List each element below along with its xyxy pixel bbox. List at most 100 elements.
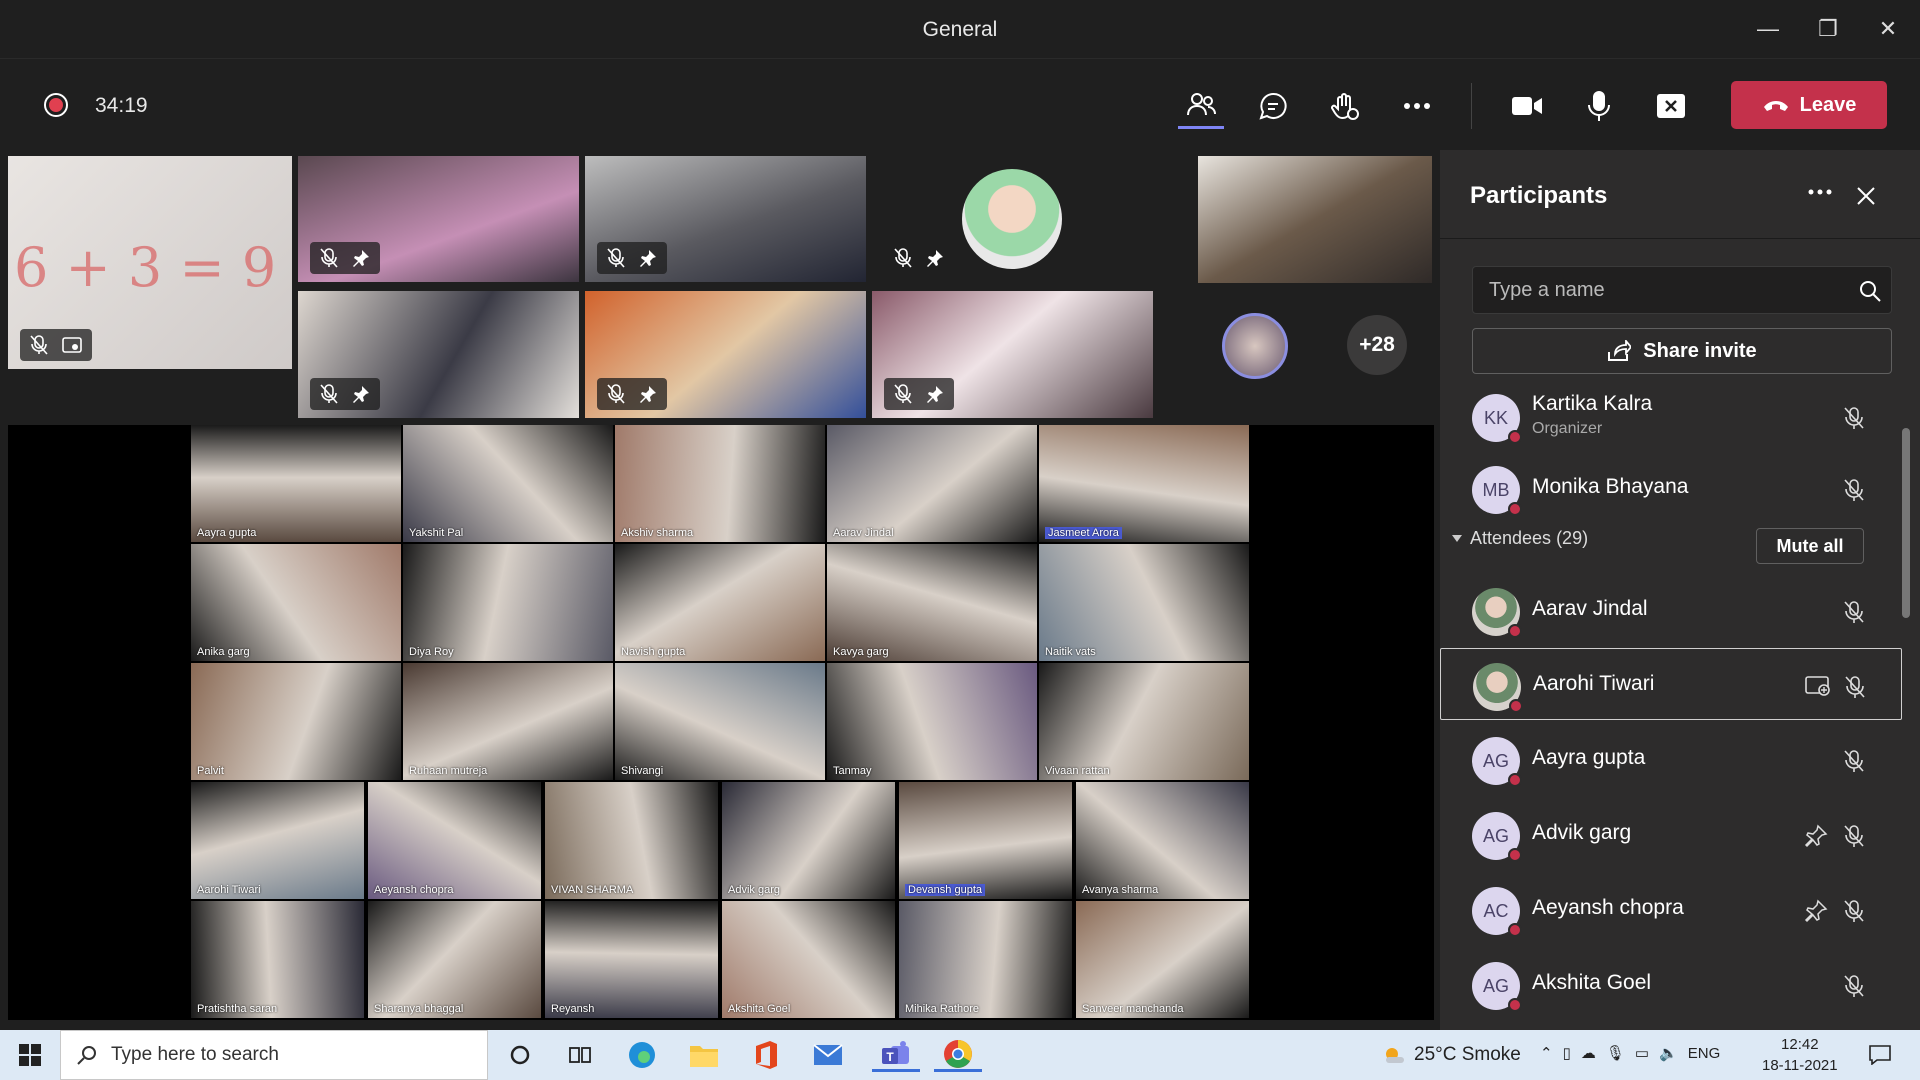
mic-off-icon[interactable] xyxy=(1842,600,1866,629)
search-icon[interactable] xyxy=(1859,280,1881,302)
presence-busy-icon xyxy=(1508,502,1522,516)
mic-off-icon[interactable] xyxy=(320,384,338,404)
mic-off-icon[interactable] xyxy=(1842,974,1866,1003)
start-button[interactable] xyxy=(12,1038,48,1072)
video-tile[interactable] xyxy=(872,291,1153,418)
shared-video-cell: Palvit xyxy=(191,663,401,780)
office-app[interactable] xyxy=(748,1038,784,1072)
shared-video-cell: Ruhaan mutreja xyxy=(403,663,613,780)
participant-row[interactable]: Aarohi Tiwari xyxy=(1440,648,1902,720)
participant-row[interactable]: AG Akshita Goel xyxy=(1440,948,1902,1020)
mic-off-icon[interactable] xyxy=(1842,824,1866,853)
taskbar-search-text: Type here to search xyxy=(111,1044,279,1065)
mic-off-icon[interactable] xyxy=(894,384,912,404)
chrome-app[interactable] xyxy=(934,1038,982,1072)
mic-off-icon[interactable] xyxy=(30,335,48,355)
participant-row[interactable]: Aarav Jindal xyxy=(1440,574,1902,646)
video-tile[interactable] xyxy=(585,156,866,282)
mute-all-button[interactable]: Mute all xyxy=(1756,528,1864,564)
microphone-button[interactable] xyxy=(1576,83,1622,129)
shared-video-name: Pratishtha saran xyxy=(197,1003,278,1015)
panel-more-button[interactable] xyxy=(1808,182,1832,200)
close-window-button[interactable]: ✕ xyxy=(1870,12,1906,46)
minimize-button[interactable]: — xyxy=(1750,12,1786,46)
pin-icon[interactable] xyxy=(926,385,944,403)
video-tile[interactable] xyxy=(298,156,579,282)
leave-button[interactable]: Leave xyxy=(1731,81,1887,129)
cortana-button[interactable] xyxy=(502,1038,538,1072)
search-input[interactable] xyxy=(1473,267,1853,313)
chevron-up-icon[interactable]: ⌃ xyxy=(1540,1044,1553,1062)
weather-widget[interactable]: 25°C Smoke xyxy=(1382,1044,1521,1066)
pin-icon[interactable] xyxy=(1804,824,1828,853)
scrollbar[interactable] xyxy=(1902,428,1910,618)
shared-video-cell: Aarohi Tiwari xyxy=(191,782,364,899)
close-icon xyxy=(1857,187,1875,205)
mic-off-icon[interactable] xyxy=(1842,478,1866,507)
more-actions-button[interactable] xyxy=(1394,83,1440,129)
device-icon[interactable]: ▯ xyxy=(1563,1044,1571,1062)
participant-row[interactable]: KK Kartika Kalra Organizer xyxy=(1440,380,1902,452)
pin-icon[interactable] xyxy=(1804,899,1828,928)
screen-share-icon[interactable] xyxy=(62,336,82,354)
weather-icon xyxy=(1386,1048,1404,1063)
pin-icon[interactable] xyxy=(639,249,657,267)
clock-date: 18-11-2021 xyxy=(1762,1057,1838,1074)
self-video-tile[interactable] xyxy=(1198,156,1432,283)
chat-button[interactable] xyxy=(1250,83,1296,129)
chrome-icon xyxy=(944,1039,972,1068)
mic-off-icon[interactable] xyxy=(1843,675,1867,704)
mic-tray-icon[interactable]: 🎙 xyxy=(1606,1044,1625,1062)
video-tile[interactable] xyxy=(585,291,866,418)
share-icon xyxy=(1608,340,1632,361)
mic-off-icon[interactable] xyxy=(1842,406,1866,435)
pin-icon[interactable] xyxy=(352,385,370,403)
screen-share-icon[interactable] xyxy=(1805,675,1831,702)
task-view-button[interactable] xyxy=(562,1038,598,1072)
language-indicator[interactable]: ENG xyxy=(1688,1045,1721,1062)
pin-icon[interactable] xyxy=(639,385,657,403)
clock[interactable]: 12:42 18-11-2021 xyxy=(1762,1034,1838,1076)
shared-video-name: Akshita Goel xyxy=(728,1003,791,1015)
mic-off-icon[interactable] xyxy=(607,384,625,404)
mic-off-icon[interactable] xyxy=(894,248,912,268)
edge-app[interactable] xyxy=(624,1038,660,1072)
teams-app[interactable]: T xyxy=(872,1038,920,1072)
battery-icon[interactable]: ▭ xyxy=(1635,1044,1649,1062)
notifications-button[interactable] xyxy=(1862,1038,1898,1072)
stop-sharing-button[interactable] xyxy=(1648,83,1694,129)
onedrive-icon[interactable]: ☁ xyxy=(1581,1044,1596,1062)
participant-row[interactable]: AG Aayra gupta xyxy=(1440,723,1902,795)
overflow-count-button[interactable]: +28 xyxy=(1347,315,1407,375)
taskbar-search[interactable]: Type here to search xyxy=(60,1030,488,1080)
panel-close-button[interactable] xyxy=(1856,186,1876,211)
mail-app[interactable] xyxy=(810,1038,846,1072)
mic-off-icon[interactable] xyxy=(607,248,625,268)
shared-video-name: Yakshit Pal xyxy=(409,527,464,539)
reactions-button[interactable] xyxy=(1322,83,1368,129)
participant-name: Monika Bhayana xyxy=(1532,475,1689,498)
camera-button[interactable] xyxy=(1504,83,1550,129)
restore-button[interactable]: ❐ xyxy=(1810,12,1846,46)
share-invite-button[interactable]: Share invite xyxy=(1472,328,1892,374)
more-icon xyxy=(1404,103,1430,109)
participant-search[interactable] xyxy=(1472,266,1892,314)
video-tile[interactable] xyxy=(298,291,579,418)
mic-off-icon[interactable] xyxy=(320,248,338,268)
shared-video-name: Kavya garg xyxy=(833,646,889,658)
participant-row[interactable]: MB Monika Bhayana xyxy=(1440,452,1902,524)
pin-icon[interactable] xyxy=(926,249,944,267)
mic-off-icon[interactable] xyxy=(1842,749,1866,778)
avatar[interactable] xyxy=(1222,313,1288,379)
participant-row[interactable]: AC Aeyansh chopra xyxy=(1440,873,1902,945)
participant-row[interactable]: AG Advik garg xyxy=(1440,798,1902,870)
video-tile[interactable] xyxy=(872,156,1153,282)
file-explorer-app[interactable] xyxy=(686,1038,722,1072)
attendees-header[interactable]: Attendees (29) xyxy=(1452,528,1588,549)
presence-busy-icon xyxy=(1508,998,1522,1012)
video-tile[interactable]: 6 + 3 = 9 xyxy=(8,156,292,369)
mic-off-icon[interactable] xyxy=(1842,899,1866,928)
pin-icon[interactable] xyxy=(352,249,370,267)
volume-icon[interactable]: 🔈 xyxy=(1659,1044,1678,1062)
participants-button[interactable] xyxy=(1178,83,1224,129)
